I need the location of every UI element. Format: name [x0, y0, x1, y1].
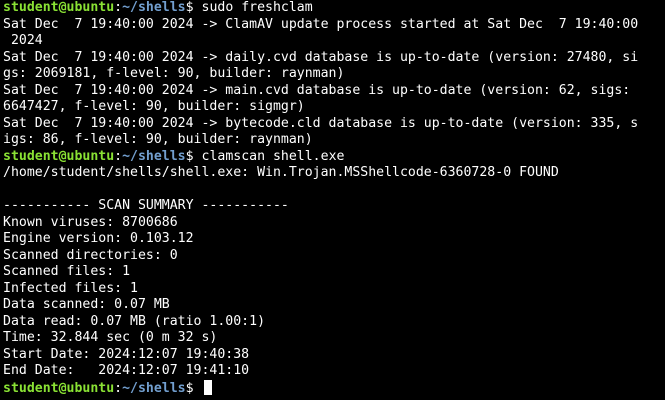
prompt-user: student@ubuntu	[3, 0, 115, 15]
prompt-separator: :	[114, 0, 123, 15]
prompt-dollar: $	[185, 0, 202, 15]
output-line: Scanned directories: 0	[3, 247, 178, 263]
output-line: 2024	[3, 33, 43, 48]
command-text: sudo freshclam	[201, 0, 313, 15]
output-line: Infected files: 1	[3, 280, 138, 296]
output-line: gs: 2069181, f-level: 90, builder: raynm…	[3, 66, 345, 81]
output-line: Data scanned: 0.07 MB	[3, 297, 170, 312]
output-line: Engine version: 0.103.12	[3, 231, 194, 246]
output-line: Known viruses: 8700686	[3, 214, 178, 230]
prompt-line: student@ubuntu:~/shells$ clamscan shell.…	[3, 149, 665, 166]
output-line: End Date: 2024:12:07 19:41:10	[3, 363, 250, 378]
prompt-path: ~/shells	[122, 380, 186, 396]
output-line: Sat Dec 7 19:40:00 2024 -> ClamAV update…	[3, 16, 639, 32]
prompt-path: ~/shells	[122, 0, 186, 15]
output-line: 6647427, f-level: 90, builder: sigmgr)	[3, 99, 305, 114]
prompt-line[interactable]: student@ubuntu:~/shells$	[3, 379, 665, 397]
output-line: igs: 86, f-level: 90, builder: raynman)	[3, 132, 313, 147]
output-line: Sat Dec 7 19:40:00 2024 -> bytecode.cld …	[3, 115, 639, 131]
output-line: Data read: 0.07 MB (ratio 1.00:1)	[3, 313, 266, 329]
prompt-line: student@ubuntu:~/shells$ sudo freshclam	[3, 0, 665, 17]
output-line: Time: 32.844 sec (0 m 32 s)	[3, 330, 218, 345]
text-cursor[interactable]	[203, 379, 212, 395]
output-line: /home/student/shells/shell.exe: Win.Troj…	[3, 165, 559, 180]
prompt-path: ~/shells	[122, 148, 186, 164]
output-line: Sat Dec 7 19:40:00 2024 -> daily.cvd dat…	[3, 49, 639, 65]
output-line: Sat Dec 7 19:40:00 2024 -> main.cvd data…	[3, 82, 631, 98]
output-line: Start Date: 2024:12:07 19:40:38	[3, 346, 250, 362]
prompt-separator: :	[114, 380, 123, 396]
output-line: ----------- SCAN SUMMARY -----------	[3, 198, 289, 213]
prompt-user: student@ubuntu	[3, 148, 115, 164]
prompt-user: student@ubuntu	[3, 380, 115, 396]
prompt-separator: :	[114, 148, 123, 164]
prompt-dollar: $	[185, 148, 202, 164]
prompt-dollar: $	[185, 380, 202, 396]
command-text: clamscan shell.exe	[201, 148, 345, 164]
terminal-window[interactable]: student@ubuntu:~/shells$ sudo freshclam …	[0, 0, 665, 400]
output-line: Scanned files: 1	[3, 264, 131, 279]
